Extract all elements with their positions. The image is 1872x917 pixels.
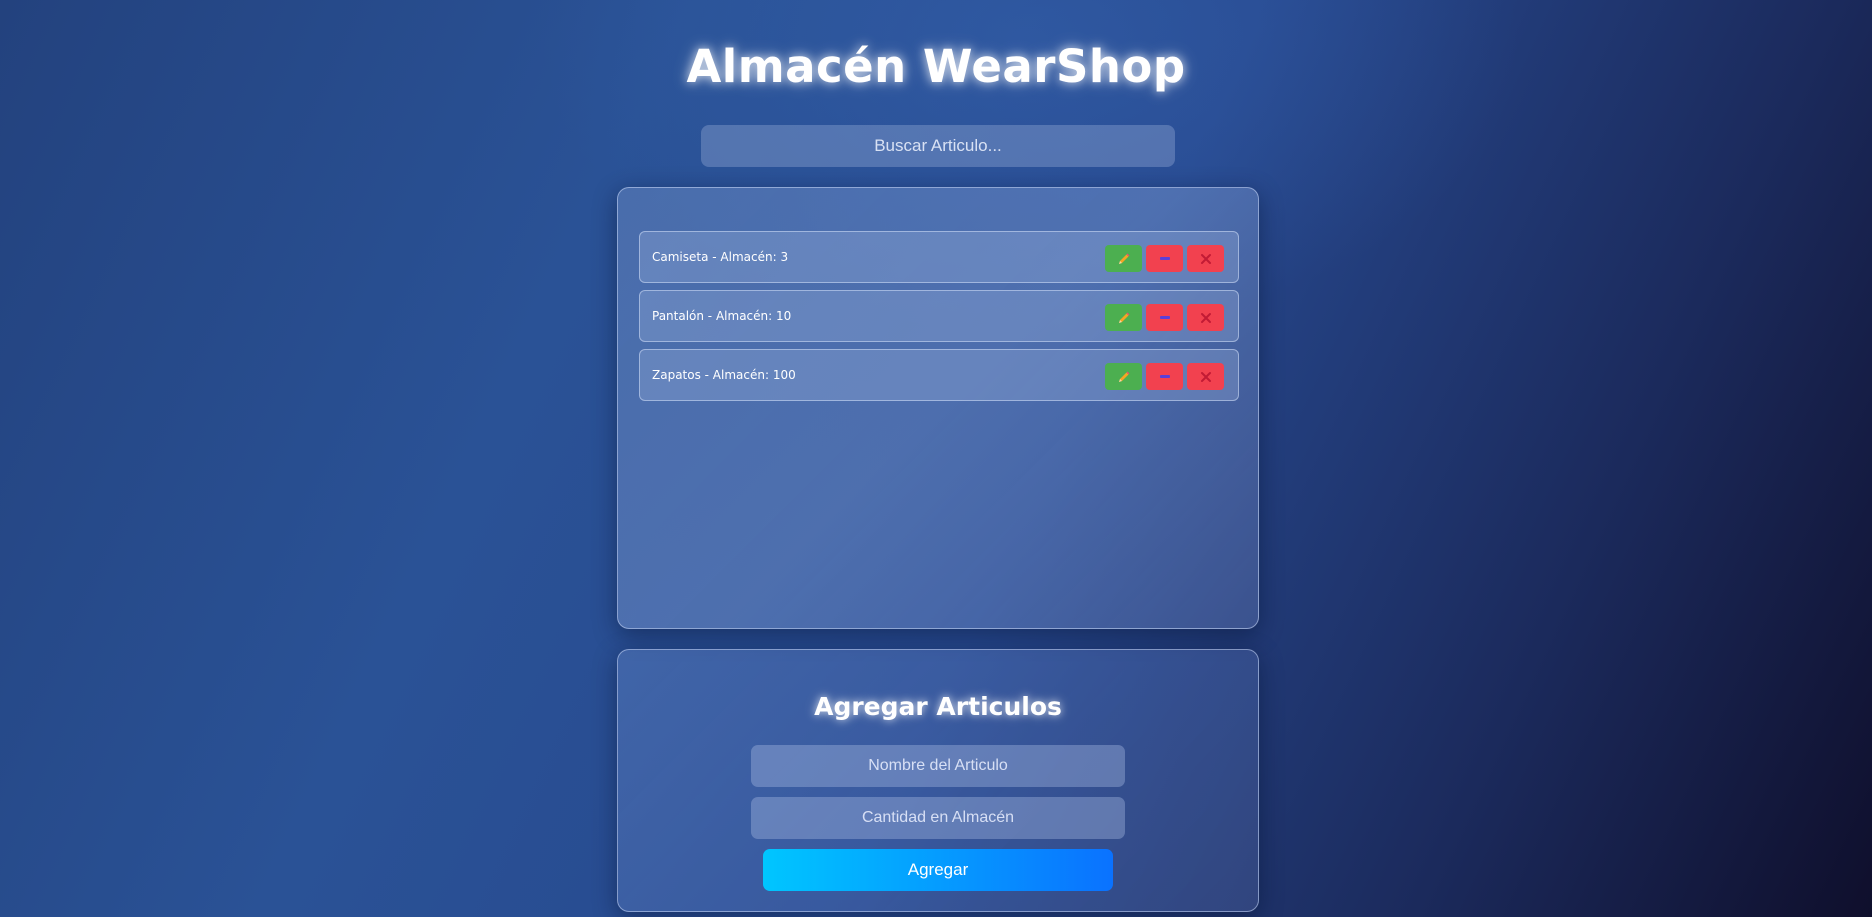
page-title: Almacén WearShop <box>686 40 1186 93</box>
search-input[interactable] <box>701 125 1175 167</box>
minus-icon <box>1159 375 1170 378</box>
minus-icon <box>1159 257 1170 260</box>
edit-button[interactable] <box>1105 245 1142 272</box>
inventory-panel: Camiseta - Almacén: 3 Pantalón - Almacén… <box>617 187 1259 629</box>
edit-button[interactable] <box>1105 363 1142 390</box>
close-icon <box>1200 312 1211 323</box>
edit-button[interactable] <box>1105 304 1142 331</box>
close-icon <box>1200 253 1211 264</box>
minus-icon <box>1159 316 1170 319</box>
add-item-panel: Agregar Articulos Agregar <box>617 649 1259 912</box>
item-label: Pantalón - Almacén: 10 <box>652 309 792 323</box>
item-actions <box>1105 304 1224 331</box>
pencil-icon <box>1118 253 1129 264</box>
decrease-button[interactable] <box>1146 363 1183 390</box>
list-item: Zapatos - Almacén: 100 <box>639 349 1239 401</box>
quantity-input[interactable] <box>751 797 1125 839</box>
close-icon <box>1200 371 1211 382</box>
add-button[interactable]: Agregar <box>763 849 1113 891</box>
item-label: Zapatos - Almacén: 100 <box>652 368 796 382</box>
decrease-button[interactable] <box>1146 304 1183 331</box>
item-name-input[interactable] <box>751 745 1125 787</box>
item-label: Camiseta - Almacén: 3 <box>652 250 789 264</box>
delete-button[interactable] <box>1187 304 1224 331</box>
form-title: Agregar Articulos <box>814 692 1062 721</box>
decrease-button[interactable] <box>1146 245 1183 272</box>
item-actions <box>1105 363 1224 390</box>
item-actions <box>1105 245 1224 272</box>
list-item: Camiseta - Almacén: 3 <box>639 231 1239 283</box>
delete-button[interactable] <box>1187 245 1224 272</box>
list-item: Pantalón - Almacén: 10 <box>639 290 1239 342</box>
pencil-icon <box>1118 312 1129 323</box>
delete-button[interactable] <box>1187 363 1224 390</box>
pencil-icon <box>1118 371 1129 382</box>
